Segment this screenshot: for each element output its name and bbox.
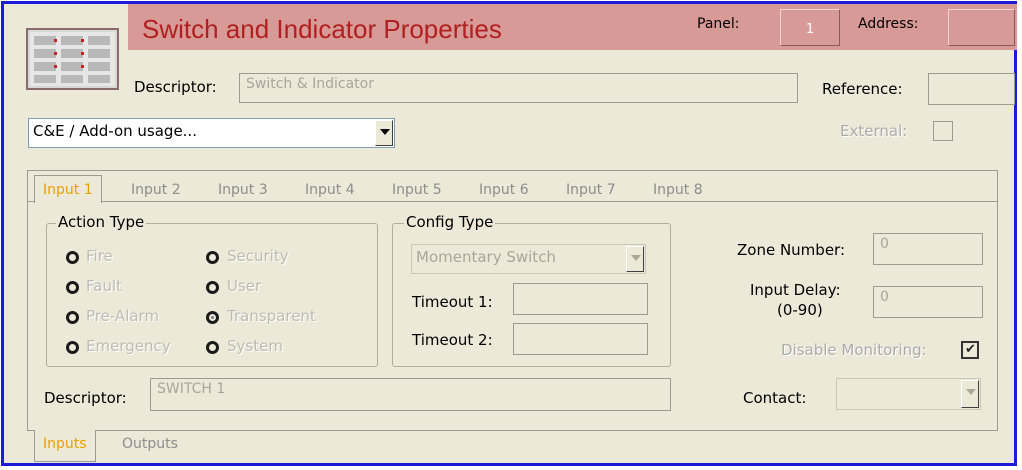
config-type-dropdown[interactable]: Momentary Switch (411, 244, 646, 274)
tab-input-1[interactable]: Input 1 (34, 175, 102, 203)
reference-label: Reference: (822, 80, 903, 98)
chevron-down-icon (631, 255, 641, 261)
radio-emergency[interactable] (66, 341, 79, 354)
config-type-legend: Config Type (404, 213, 496, 231)
external-checkbox[interactable] (933, 121, 953, 141)
panel-label: Panel: (697, 16, 740, 32)
switch-panel-icon (26, 28, 119, 90)
tab-inputs[interactable]: Inputs (34, 430, 96, 462)
input-descriptor-label: Descriptor: (44, 389, 127, 407)
config-type-value: Momentary Switch (416, 248, 556, 266)
input-delay-range: (0-90) (777, 301, 823, 319)
input-delay-label: Input Delay: (750, 281, 841, 299)
radio-fire-label: Fire (86, 247, 113, 265)
checkmark-icon: ✔ (965, 342, 976, 357)
radio-user-label: User (227, 277, 262, 295)
tab-input-3[interactable]: Input 3 (218, 182, 268, 198)
zone-number-field[interactable]: 0 (873, 233, 983, 265)
radio-fault[interactable] (66, 281, 79, 294)
chevron-down-icon (380, 129, 390, 135)
reference-field[interactable] (928, 73, 1015, 105)
dropdown-button[interactable] (961, 380, 979, 408)
page-title: Switch and Indicator Properties (142, 14, 502, 44)
external-label: External: (840, 122, 908, 140)
radio-emergency-label: Emergency (86, 337, 171, 355)
descriptor-field[interactable]: Switch & Indicator (239, 73, 798, 103)
timeout2-label: Timeout 2: (412, 331, 493, 349)
chevron-down-icon (966, 389, 976, 395)
tab-input-6[interactable]: Input 6 (479, 182, 529, 198)
radio-pre-alarm-label: Pre-Alarm (86, 307, 160, 325)
radio-fire[interactable] (66, 251, 79, 264)
tab-input-8[interactable]: Input 8 (653, 182, 703, 198)
bottom-divider (27, 430, 998, 431)
disable-monitoring-checkbox[interactable]: ✔ (961, 341, 979, 359)
contact-dropdown[interactable] (836, 378, 981, 410)
properties-window: Switch and Indicator Properties Panel: 1… (1, 1, 1017, 466)
tab-input-4[interactable]: Input 4 (305, 182, 355, 198)
descriptor-label: Descriptor: (134, 78, 217, 96)
address-field[interactable] (948, 9, 1015, 46)
dropdown-button[interactable] (626, 246, 644, 272)
radio-transparent[interactable] (206, 311, 219, 324)
usage-dropdown-value: C&E / Add-on usage... (33, 122, 197, 140)
disable-monitoring-label: Disable Monitoring: (781, 341, 927, 359)
usage-dropdown[interactable]: C&E / Add-on usage... (28, 118, 395, 148)
radio-security[interactable] (206, 251, 219, 264)
contact-label: Contact: (743, 389, 807, 407)
tab-input-5[interactable]: Input 5 (392, 182, 442, 198)
radio-system-label: System (227, 337, 283, 355)
radio-security-label: Security (227, 247, 289, 265)
dropdown-button[interactable] (375, 120, 393, 146)
zone-number-label: Zone Number: (737, 241, 846, 259)
address-label: Address: (858, 16, 919, 32)
panel-field[interactable]: 1 (780, 9, 840, 46)
timeout1-field[interactable] (513, 283, 648, 315)
action-type-legend: Action Type (56, 213, 147, 231)
radio-system[interactable] (206, 341, 219, 354)
input-descriptor-field[interactable]: SWITCH 1 (150, 378, 671, 411)
input-delay-field[interactable]: 0 (873, 286, 983, 318)
radio-user[interactable] (206, 281, 219, 294)
radio-fault-label: Fault (86, 277, 122, 295)
tab-input-7[interactable]: Input 7 (566, 182, 616, 198)
tab-outputs[interactable]: Outputs (122, 436, 178, 452)
tab-input-2[interactable]: Input 2 (131, 182, 181, 198)
radio-transparent-label: Transparent (227, 307, 316, 325)
radio-pre-alarm[interactable] (66, 311, 79, 324)
timeout2-field[interactable] (513, 323, 648, 355)
timeout1-label: Timeout 1: (412, 293, 493, 311)
